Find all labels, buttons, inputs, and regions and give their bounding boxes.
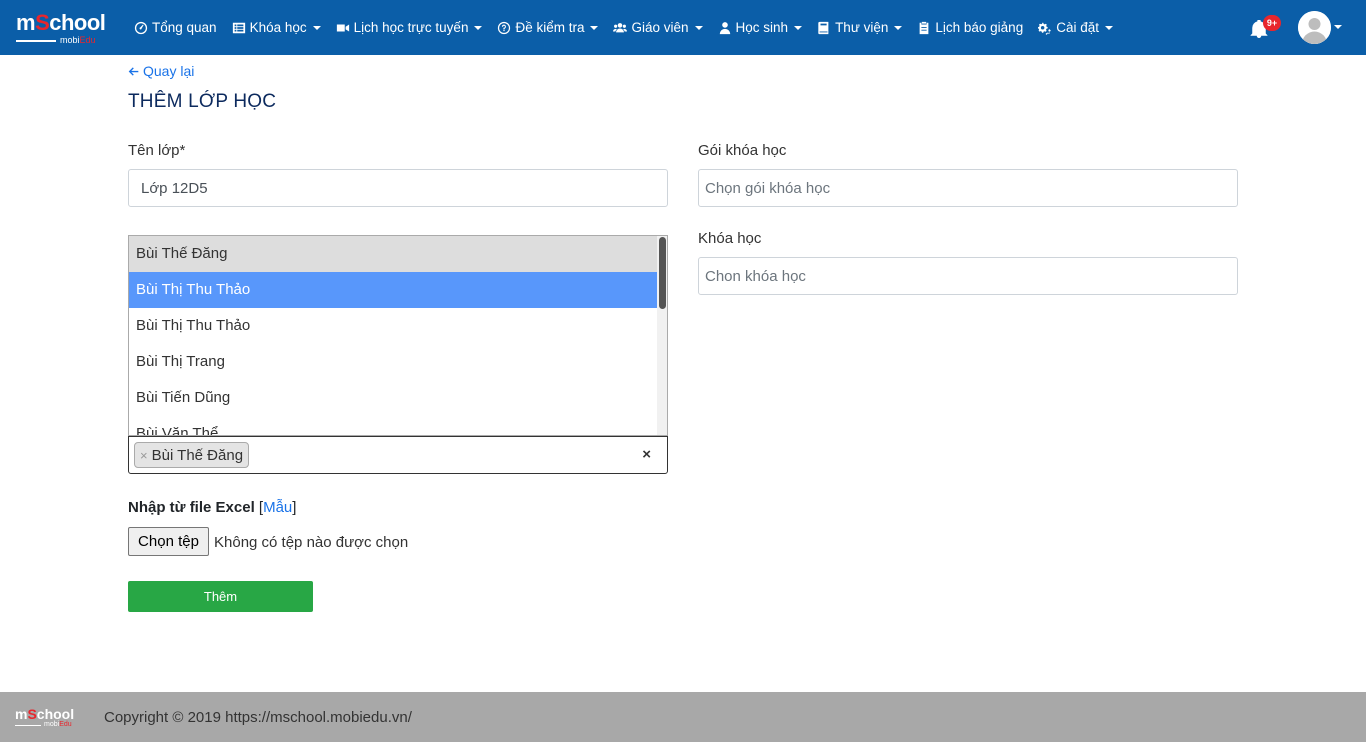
- question-circle-icon: [497, 21, 511, 35]
- nav-item-students[interactable]: Học sinh: [718, 20, 803, 35]
- arrow-left-icon: [128, 66, 139, 76]
- chevron-down-icon: [794, 25, 803, 30]
- dropdown-scrollbar-thumb[interactable]: [659, 237, 666, 309]
- dashboard-icon: [134, 21, 148, 35]
- dropdown-option[interactable]: Bùi Thị Thu Thảo: [129, 272, 667, 308]
- footer-logo: mSchool mobiEdu: [15, 706, 85, 730]
- dropdown-option[interactable]: Bùi Tiến Dũng: [129, 380, 667, 416]
- teacher-multiselect[interactable]: × Bùi Thế Đăng ×: [128, 436, 668, 474]
- chevron-down-icon: [590, 25, 599, 30]
- nav-item-label: Lịch báo giảng: [935, 20, 1024, 35]
- course-label: Khóa học: [698, 230, 762, 247]
- chevron-down-icon: [694, 25, 703, 30]
- template-link[interactable]: Mẫu: [263, 499, 292, 516]
- chevron-down-icon[interactable]: [1334, 25, 1342, 29]
- avatar[interactable]: [1298, 11, 1331, 44]
- footer-brand-sub: mobiEdu: [44, 721, 72, 728]
- course-select[interactable]: Chon khóa học: [698, 257, 1238, 295]
- back-link-label: Quay lại: [143, 63, 195, 79]
- back-link[interactable]: Quay lại: [128, 63, 194, 79]
- dropdown-option[interactable]: Bùi Thị Trang: [129, 344, 667, 380]
- chevron-down-icon: [474, 25, 483, 30]
- nav-item-label: Học sinh: [735, 20, 789, 35]
- choose-file-button[interactable]: Chọn tệp: [128, 527, 209, 556]
- footer: mSchool mobiEdu Copyright © 2019 https:/…: [0, 692, 1366, 742]
- chevron-down-icon: [894, 25, 903, 30]
- user-icon: [718, 21, 732, 35]
- nav-item-label: Đề kiểm tra: [515, 20, 585, 35]
- nav-item-label: Cài đặt: [1056, 20, 1099, 35]
- class-name-label: Tên lớp*: [128, 142, 186, 159]
- nav-item-settings[interactable]: Cài đặt: [1038, 20, 1113, 35]
- user-avatar-icon: [1298, 11, 1331, 44]
- nav-item-overview[interactable]: Tổng quan: [134, 20, 217, 35]
- chevron-down-icon: [1104, 25, 1113, 30]
- nav-item-label: Giáo viên: [631, 20, 689, 35]
- footer-brand-name: mSchool: [15, 706, 75, 722]
- chip-label: Bùi Thế Đăng: [151, 446, 244, 464]
- teacher-dropdown-list[interactable]: Bùi Thế Đăng Bùi Thị Thu Thảo Bùi Thị Th…: [128, 235, 668, 436]
- dropdown-option[interactable]: Bùi Thị Thu Thảo: [129, 308, 667, 344]
- add-class-button[interactable]: Thêm: [128, 581, 313, 612]
- clipboard-icon: [917, 21, 931, 35]
- copyright-text: Copyright © 2019 https://mschool.mobiedu…: [104, 709, 412, 726]
- class-name-input[interactable]: Lớp 12D5: [128, 169, 668, 207]
- excel-import-title: Nhập từ file Excel: [128, 499, 255, 516]
- brand-logo[interactable]: mSchool mobiEdu: [16, 10, 116, 46]
- gears-icon: [1038, 21, 1052, 35]
- footer-brand-divider: [15, 725, 41, 726]
- dropdown-option[interactable]: Bùi Văn Thể: [129, 416, 667, 435]
- package-select[interactable]: Chọn gói khóa học: [698, 169, 1238, 207]
- dropdown-option[interactable]: Bùi Thế Đăng: [129, 236, 667, 272]
- nav-item-lesson-plan[interactable]: Lịch báo giảng: [917, 20, 1023, 35]
- top-navbar: mSchool mobiEdu Tổng quan Khóa học Lịch …: [0, 0, 1366, 55]
- nav-item-tests[interactable]: Đề kiểm tra: [497, 20, 599, 35]
- nav-item-label: Thư viện: [835, 20, 889, 35]
- book-icon: [817, 21, 831, 35]
- main-nav: Tổng quan Khóa học Lịch học trực tuyến Đ…: [134, 0, 1128, 55]
- brand-name: mSchool: [16, 10, 106, 35]
- page-title: THÊM LỚP HỌC: [128, 91, 277, 112]
- nav-item-library[interactable]: Thư viện: [817, 20, 903, 35]
- brand-sub: mobiEdu: [60, 35, 96, 45]
- video-icon: [336, 21, 350, 35]
- chip-remove-icon[interactable]: ×: [140, 448, 148, 463]
- nav-item-label: Khóa học: [249, 20, 307, 35]
- notification-badge: 9+: [1263, 15, 1281, 31]
- nav-item-courses[interactable]: Khóa học: [232, 20, 321, 35]
- brand-divider: [16, 40, 56, 42]
- excel-import-label: Nhập từ file Excel [Mẫu]: [128, 499, 296, 516]
- selected-chip: × Bùi Thế Đăng: [134, 442, 250, 468]
- users-icon: [613, 21, 628, 35]
- nav-item-online-schedule[interactable]: Lịch học trực tuyến: [336, 20, 483, 35]
- chevron-down-icon: [312, 25, 321, 30]
- file-status: Không có tệp nào được chọn: [214, 534, 409, 551]
- nav-item-label: Lịch học trực tuyến: [353, 20, 469, 35]
- nav-item-label: Tổng quan: [152, 20, 217, 35]
- list-icon: [232, 21, 246, 35]
- template-link-wrap: [Mẫu]: [258, 499, 297, 516]
- nav-item-teachers[interactable]: Giáo viên: [613, 20, 703, 35]
- package-label: Gói khóa học: [698, 142, 787, 159]
- clear-selection-icon[interactable]: ×: [642, 446, 651, 463]
